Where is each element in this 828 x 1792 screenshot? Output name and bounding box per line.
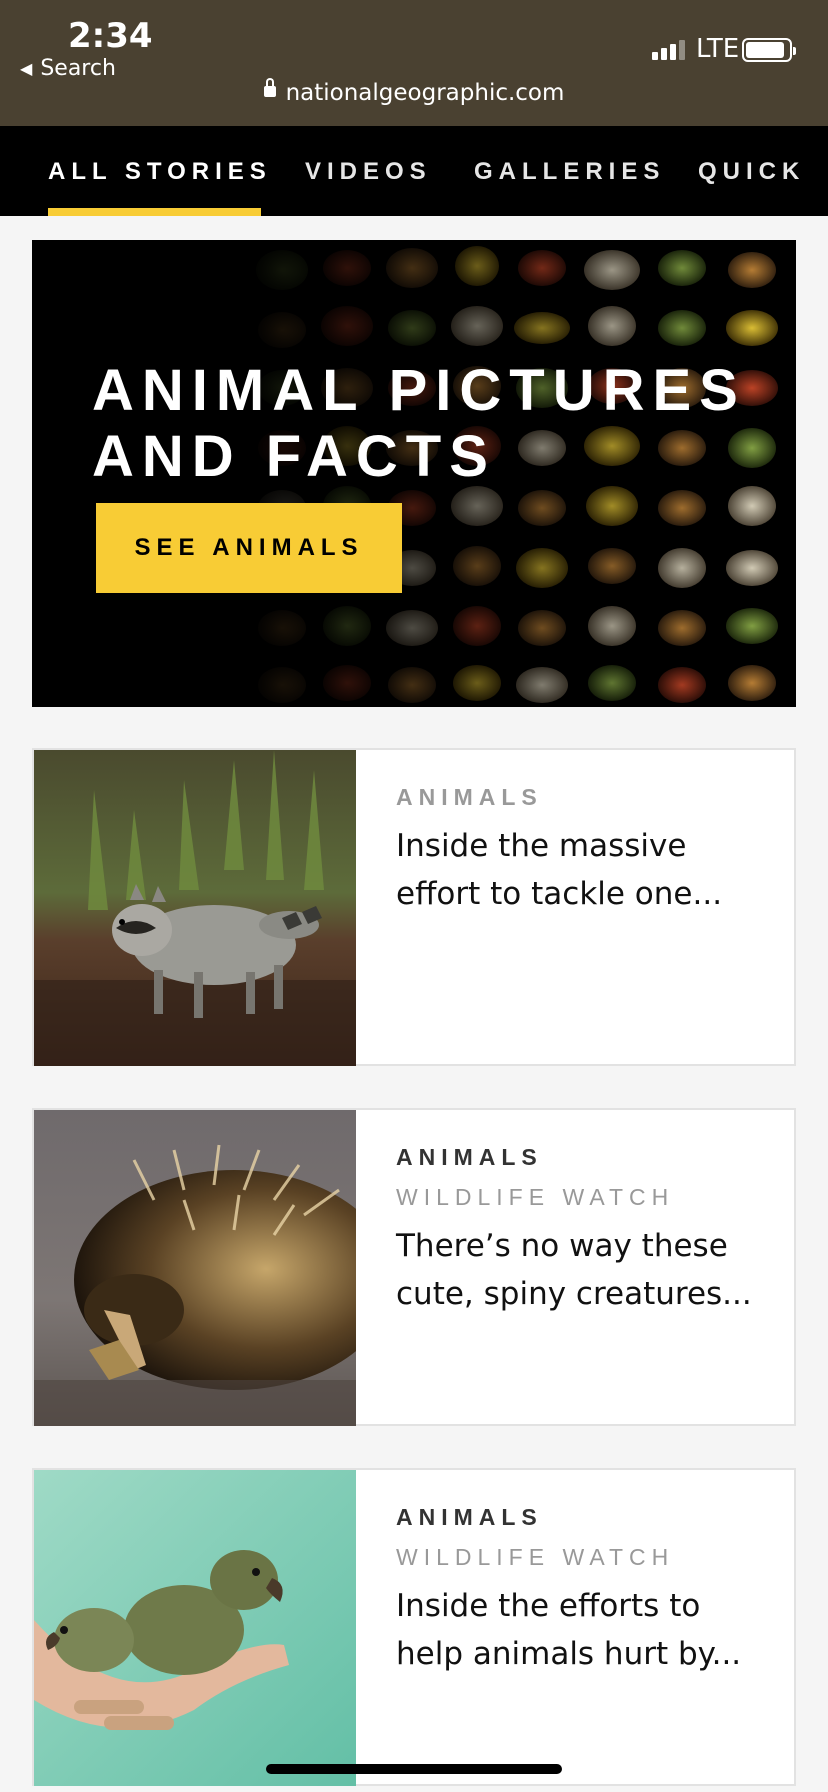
story-category: ANIMALS <box>396 784 543 810</box>
echidna-image <box>34 1110 356 1426</box>
hero-banner[interactable]: ANIMAL PICTURES AND FACTS SEE ANIMALS <box>32 240 796 707</box>
story-headline-line-1: Inside the massive <box>396 828 687 864</box>
story-subcategory: WILDLIFE WATCH <box>396 1184 675 1210</box>
battery-icon <box>742 38 796 62</box>
tab-quick[interactable]: QUICK <box>698 158 805 186</box>
home-indicator[interactable] <box>266 1764 562 1774</box>
hero-title-line-2: AND FACTS <box>92 424 496 489</box>
story-category: ANIMALS <box>396 1144 543 1170</box>
lock-icon <box>263 78 276 97</box>
tab-galleries[interactable]: GALLERIES <box>474 158 665 186</box>
raccoon-image <box>34 750 356 1066</box>
story-headline-line-1: There’s no way these <box>396 1228 728 1264</box>
see-animals-button[interactable]: SEE ANIMALS <box>96 503 402 593</box>
hero-title-line-1: ANIMAL PICTURES <box>92 358 746 423</box>
hero-title: ANIMAL PICTURES AND FACTS <box>92 358 792 490</box>
story-category: ANIMALS <box>396 1504 543 1530</box>
cell-signal-icon <box>652 38 685 60</box>
tab-all-stories[interactable]: ALL STORIES <box>48 158 272 186</box>
story-card[interactable]: ANIMALS WILDLIFE WATCH Inside the effort… <box>32 1468 796 1786</box>
url-text: nationalgeographic.com <box>285 80 565 106</box>
back-label: Search <box>40 56 116 81</box>
story-headline-line-2: cute, spiny creatures... <box>396 1276 752 1312</box>
back-arrow-icon: ◀ <box>20 59 33 78</box>
status-time: 2:34 <box>68 16 153 56</box>
story-headline-line-1: Inside the efforts to <box>396 1588 701 1624</box>
story-card[interactable]: ANIMALS Inside the massive effort to tac… <box>32 748 796 1066</box>
active-tab-indicator <box>48 208 261 216</box>
story-subcategory: WILDLIFE WATCH <box>396 1544 675 1570</box>
browser-top-bar: 2:34 ◀ Search LTE nationalgeographic.com <box>0 0 828 126</box>
tab-videos[interactable]: VIDEOS <box>305 158 432 186</box>
baby-parrots-image <box>34 1470 356 1786</box>
network-type: LTE <box>696 34 740 64</box>
address-bar[interactable]: nationalgeographic.com <box>0 78 828 106</box>
back-to-search-button[interactable]: ◀ Search <box>20 56 116 81</box>
story-headline-line-2: help animals hurt by... <box>396 1636 742 1672</box>
story-headline[interactable]: There’s no way these cute, spiny creatur… <box>396 1222 766 1318</box>
story-card[interactable]: ANIMALS WILDLIFE WATCH There’s no way th… <box>32 1108 796 1426</box>
story-headline-line-2: effort to tackle one... <box>396 876 723 912</box>
section-nav: ALL STORIES VIDEOS GALLERIES QUICK <box>0 126 828 216</box>
story-headline[interactable]: Inside the efforts to help animals hurt … <box>396 1582 766 1678</box>
story-headline[interactable]: Inside the massive effort to tackle one.… <box>396 822 766 918</box>
